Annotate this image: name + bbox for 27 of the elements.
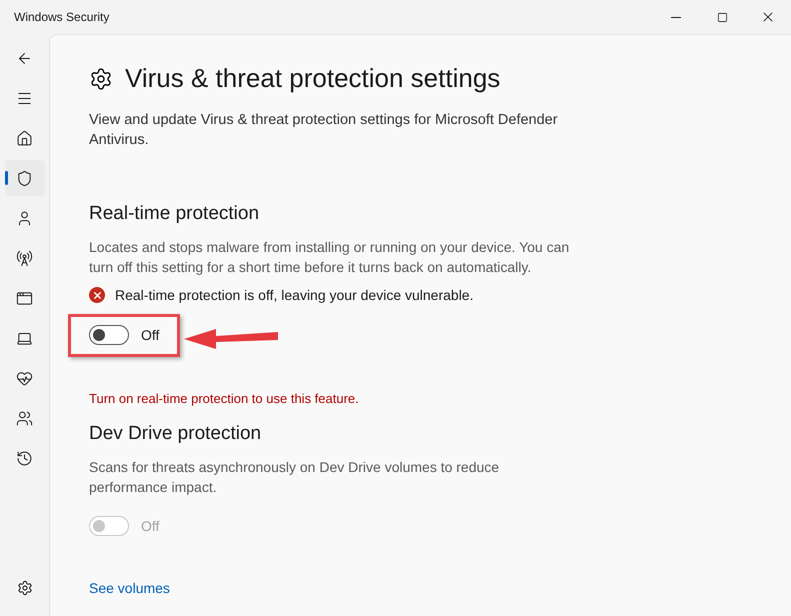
history-icon — [16, 450, 33, 466]
window-icon — [16, 290, 33, 306]
nav-item[interactable] — [4, 160, 44, 196]
person-icon — [16, 210, 33, 226]
warning-notice: Turn on real-time protection to use this feature. — [89, 390, 360, 408]
home-icon — [16, 130, 33, 146]
heart-pulse-icon — [16, 370, 33, 386]
family-icon — [16, 410, 33, 426]
section-description: Locates and stops malware from installing or running on your device. You can turn off this setting for a short time before it turns back on automatically. — [89, 238, 570, 276]
error-icon — [89, 287, 105, 303]
section-description: Scans for threats asynchronously on Dev Drive volumes to reduce performance impact. — [89, 458, 500, 496]
toggle-label: Off — [141, 516, 160, 536]
section-heading: Dev Drive protection — [89, 422, 262, 446]
see-volumes-link[interactable]: See volumes — [89, 578, 791, 598]
antenna-icon — [16, 250, 33, 266]
settings-icon — [16, 580, 32, 596]
section-heading: Real-time protection — [89, 202, 260, 226]
page-description: View and update Virus & threat protection settings for Microsoft Defender Antivirus. — [89, 111, 559, 150]
toggle-switch[interactable] — [89, 325, 129, 345]
alert-text: Real-time protection is off, leaving your device vulnerable. — [115, 286, 474, 305]
window-title: Windows Security — [14, 9, 110, 26]
shield-icon — [16, 170, 33, 186]
toggle-label: Off — [141, 326, 160, 344]
minimize-icon — [671, 16, 681, 18]
page-title: Virus & threat protection settings — [125, 62, 500, 95]
settings-icon — [89, 66, 113, 90]
maximize-icon — [716, 12, 728, 22]
